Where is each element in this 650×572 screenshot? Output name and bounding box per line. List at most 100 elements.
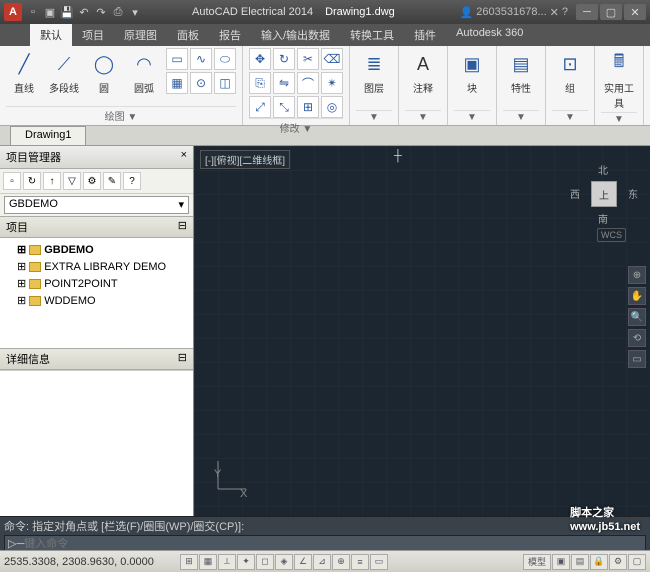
pm-filter-icon[interactable]: ▽: [63, 172, 81, 190]
tree-node[interactable]: ⊞ GBDEMO: [3, 241, 190, 258]
app-logo[interactable]: A: [4, 3, 22, 21]
fillet-icon[interactable]: ⌒: [297, 72, 319, 94]
group-button[interactable]: ⊡组: [552, 48, 588, 97]
rotate-icon[interactable]: ↻: [273, 48, 295, 70]
save-icon[interactable]: 💾: [60, 5, 74, 19]
tree-node[interactable]: ⊞ EXTRA LIBRARY DEMO: [3, 258, 190, 275]
hatch-icon[interactable]: ▦: [166, 72, 188, 94]
stretch-icon[interactable]: ⤢: [249, 96, 271, 118]
mirror-icon[interactable]: ⇋: [273, 72, 295, 94]
line-button[interactable]: ╱直线: [6, 48, 42, 97]
pm-new-icon[interactable]: ▫: [3, 172, 21, 190]
pm-project-combo[interactable]: GBDEMO ▾: [4, 196, 189, 214]
pm-up-icon[interactable]: ↑: [43, 172, 61, 190]
tab-addins[interactable]: 插件: [404, 24, 446, 46]
sb-qview-icon[interactable]: ▤: [571, 554, 589, 570]
sb-ascale-icon[interactable]: 🔒: [590, 554, 608, 570]
exchange-icon[interactable]: ✕: [550, 6, 559, 19]
sb-osnap-icon[interactable]: ◻: [256, 554, 274, 570]
qat-more-icon[interactable]: ▾: [128, 5, 142, 19]
region-icon[interactable]: ◫: [214, 72, 236, 94]
command-line[interactable]: ▷─: [4, 535, 646, 552]
sb-layout-icon[interactable]: ▣: [552, 554, 570, 570]
sb-ortho-icon[interactable]: ⟂: [218, 554, 236, 570]
command-input[interactable]: [24, 538, 642, 550]
pm-tree[interactable]: ⊞ GBDEMO ⊞ EXTRA LIBRARY DEMO ⊞ POINT2PO…: [0, 238, 193, 348]
open-icon[interactable]: ▣: [43, 5, 57, 19]
explode-icon[interactable]: ✴: [321, 72, 343, 94]
pm-tool2-icon[interactable]: ✎: [103, 172, 121, 190]
sb-max-icon[interactable]: ▢: [628, 554, 646, 570]
drawing-canvas[interactable]: [-][俯视][二维线框] ┼ 北 南 西 东 上 WCS ⊕ ✋ 🔍 ⟲ ▭ …: [194, 146, 650, 516]
arc-button[interactable]: ◠圆弧: [126, 48, 162, 97]
sb-ducs-icon[interactable]: ⊿: [313, 554, 331, 570]
tab-convert[interactable]: 转换工具: [340, 24, 404, 46]
sb-dyn-icon[interactable]: ⊕: [332, 554, 350, 570]
erase-icon[interactable]: ⌫: [321, 48, 343, 70]
properties-button[interactable]: ▤特性: [503, 48, 539, 97]
pm-section-toggle[interactable]: ⊟: [178, 219, 187, 235]
offset-icon[interactable]: ◎: [321, 96, 343, 118]
undo-icon[interactable]: ↶: [77, 5, 91, 19]
utilities-button[interactable]: 🖩实用工具: [601, 48, 637, 112]
nav-wheel-icon[interactable]: ⊕: [628, 266, 646, 284]
user-area[interactable]: 👤 2603531678... ✕ ?: [460, 6, 568, 19]
pm-refresh-icon[interactable]: ↻: [23, 172, 41, 190]
view-cube[interactable]: 北 南 西 东 上: [576, 166, 632, 222]
maximize-button[interactable]: ▢: [600, 4, 622, 20]
circle-button[interactable]: ◯圆: [86, 48, 122, 97]
sb-model-button[interactable]: 模型: [523, 554, 551, 570]
nav-orbit-icon[interactable]: ⟲: [628, 329, 646, 347]
nav-pan-icon[interactable]: ✋: [628, 287, 646, 305]
layer-button[interactable]: ≣图层: [356, 48, 392, 97]
move-icon[interactable]: ✥: [249, 48, 271, 70]
pm-tool1-icon[interactable]: ⚙: [83, 172, 101, 190]
command-area: 命令: 指定对角点或 [栏选(F)/圈围(WP)/圈交(CP)]: ▷─: [0, 516, 650, 550]
sb-snap-icon[interactable]: ⊞: [180, 554, 198, 570]
point-icon[interactable]: ⊙: [190, 72, 212, 94]
pm-details-pane: [0, 370, 193, 516]
tab-project[interactable]: 项目: [72, 24, 114, 46]
copy-icon[interactable]: ⎘: [249, 72, 271, 94]
view-label[interactable]: [-][俯视][二维线框]: [200, 150, 290, 169]
sb-lwt-icon[interactable]: ≡: [351, 554, 369, 570]
tab-a360[interactable]: Autodesk 360: [446, 24, 533, 46]
sb-tpy-icon[interactable]: ▭: [370, 554, 388, 570]
wcs-label[interactable]: WCS: [597, 228, 626, 242]
nav-bar: ⊕ ✋ 🔍 ⟲ ▭: [628, 266, 648, 368]
array-icon[interactable]: ⊞: [297, 96, 319, 118]
sb-3dosnap-icon[interactable]: ◈: [275, 554, 293, 570]
spline-icon[interactable]: ∿: [190, 48, 212, 70]
tab-default[interactable]: 默认: [30, 24, 72, 46]
print-icon[interactable]: ⎙: [111, 5, 125, 19]
tab-panel[interactable]: 面板: [167, 24, 209, 46]
sb-grid-icon[interactable]: ▦: [199, 554, 217, 570]
redo-icon[interactable]: ↷: [94, 5, 108, 19]
doc-tab[interactable]: Drawing1: [10, 126, 86, 145]
tree-node[interactable]: ⊞ WDDEMO: [3, 292, 190, 309]
tree-node[interactable]: ⊞ POINT2POINT: [3, 275, 190, 292]
block-button[interactable]: ▣块: [454, 48, 490, 97]
sb-otrack-icon[interactable]: ∠: [294, 554, 312, 570]
annotate-button[interactable]: A注释: [405, 48, 441, 97]
nav-show-icon[interactable]: ▭: [628, 350, 646, 368]
help-icon[interactable]: ?: [562, 6, 568, 18]
tab-schematic[interactable]: 原理图: [114, 24, 167, 46]
ellipse-icon[interactable]: ⬭: [214, 48, 236, 70]
sb-ws-icon[interactable]: ⚙: [609, 554, 627, 570]
new-icon[interactable]: ▫: [26, 5, 40, 19]
scale-icon[interactable]: ⤡: [273, 96, 295, 118]
tab-io[interactable]: 输入/输出数据: [251, 24, 340, 46]
sb-polar-icon[interactable]: ✦: [237, 554, 255, 570]
minimize-button[interactable]: ─: [576, 4, 598, 20]
close-button[interactable]: ✕: [624, 4, 646, 20]
rect-icon[interactable]: ▭: [166, 48, 188, 70]
polyline-button[interactable]: ⟋多段线: [46, 48, 82, 97]
nav-zoom-icon[interactable]: 🔍: [628, 308, 646, 326]
pm-tool3-icon[interactable]: ?: [123, 172, 141, 190]
pm-close-icon[interactable]: ×: [181, 149, 187, 165]
tab-report[interactable]: 报告: [209, 24, 251, 46]
pm-section-toggle[interactable]: ⊟: [178, 351, 187, 367]
trim-icon[interactable]: ✂: [297, 48, 319, 70]
project-manager: 项目管理器× ▫ ↻ ↑ ▽ ⚙ ✎ ? GBDEMO ▾ 项目⊟ ⊞ GBDE…: [0, 146, 194, 516]
